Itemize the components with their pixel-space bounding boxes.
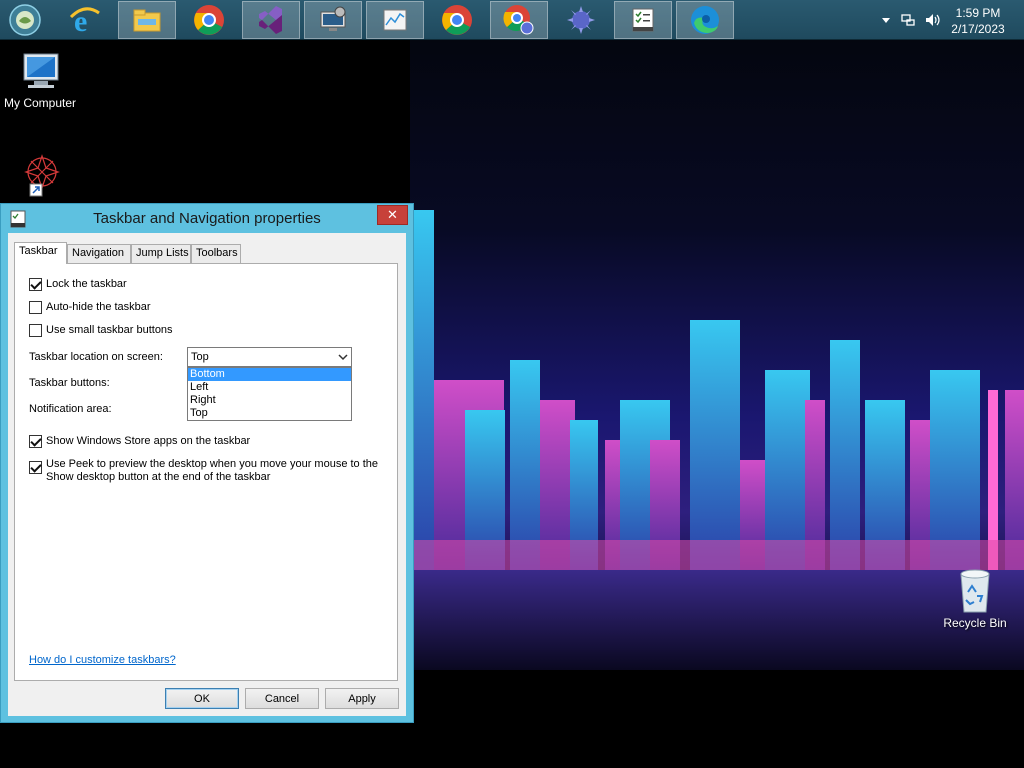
computer-icon xyxy=(23,53,59,88)
close-button[interactable]: ✕ xyxy=(377,205,408,225)
lock-taskbar-label: Lock the taskbar xyxy=(46,278,127,290)
mandala-shortcut-icon xyxy=(24,154,60,197)
location-option-bottom[interactable]: Bottom xyxy=(188,368,351,381)
recycle-bin-icon xyxy=(960,569,990,613)
performance-monitor-icon xyxy=(383,9,407,31)
location-label: Taskbar location on screen: xyxy=(29,351,163,363)
taskbar: e 1:59 PM 2/17/2023 xyxy=(0,0,1024,40)
notification-area-label: Notification area: xyxy=(29,403,112,415)
clock[interactable]: 1:59 PM 2/17/2023 xyxy=(948,5,1008,37)
desktop-icon-label: My Computer xyxy=(3,96,77,110)
dialog-client-area: Taskbar Navigation Jump Lists Toolbars L… xyxy=(8,233,406,716)
store-apps-label: Show Windows Store apps on the taskbar xyxy=(46,435,251,447)
taskbar-chrome-2-button[interactable] xyxy=(428,1,486,39)
store-apps-checkbox[interactable] xyxy=(29,435,42,448)
desktop-icon-shortcut[interactable] xyxy=(0,150,80,200)
taskbar-ie-button[interactable]: e xyxy=(56,1,114,39)
taskbar-chrome-profile-button[interactable] xyxy=(490,1,548,39)
show-hidden-icons-icon[interactable] xyxy=(878,12,894,28)
city-skyline-graphic xyxy=(410,210,1024,670)
taskbar-chrome-button[interactable] xyxy=(180,1,238,39)
start-button[interactable] xyxy=(6,2,44,38)
location-option-top[interactable]: Top xyxy=(188,407,351,420)
chevron-down-icon xyxy=(338,354,348,361)
help-link[interactable]: How do I customize taskbars? xyxy=(29,654,176,666)
taskbar-explorer-button[interactable] xyxy=(118,1,176,39)
visual-studio-icon xyxy=(259,6,282,34)
tab-jump-lists[interactable]: Jump Lists xyxy=(131,244,191,263)
spiked-ball-icon xyxy=(567,6,595,34)
close-icon: ✕ xyxy=(387,207,398,223)
clock-date: 2/17/2023 xyxy=(951,22,1005,36)
desktop-icon-my-computer[interactable]: My Computer xyxy=(0,50,80,110)
start-orb-icon xyxy=(9,4,41,36)
computer-settings-icon xyxy=(320,6,346,31)
chrome-profile-icon xyxy=(503,5,534,35)
chrome-icon xyxy=(442,5,472,35)
auto-hide-label: Auto-hide the taskbar xyxy=(46,301,151,313)
small-buttons-row[interactable]: Use small taskbar buttons xyxy=(29,324,173,337)
taskbar-game-button[interactable] xyxy=(552,1,610,39)
dialog-titlebar[interactable]: Taskbar and Navigation properties ✕ xyxy=(1,204,413,233)
volume-icon[interactable] xyxy=(924,12,940,28)
city-wallpaper xyxy=(410,40,1024,670)
peek-checkbox[interactable] xyxy=(29,461,42,474)
cancel-button[interactable]: Cancel xyxy=(245,688,319,709)
taskbar-buttons-label: Taskbar buttons: xyxy=(29,377,110,389)
chrome-icon xyxy=(194,5,224,35)
network-icon[interactable] xyxy=(900,12,916,28)
tab-navigation[interactable]: Navigation xyxy=(67,244,131,263)
internet-explorer-icon: e xyxy=(69,5,100,37)
edge-icon xyxy=(691,6,719,34)
location-option-left[interactable]: Left xyxy=(188,381,351,394)
taskbar-location-dropdown[interactable]: Top xyxy=(187,347,352,367)
lock-taskbar-checkbox[interactable] xyxy=(29,278,42,291)
auto-hide-checkbox[interactable] xyxy=(29,301,42,314)
system-tray: 1:59 PM 2/17/2023 xyxy=(864,0,1024,40)
dialog-title: Taskbar and Navigation properties xyxy=(93,210,321,227)
taskbar-performance-button[interactable] xyxy=(366,1,424,39)
taskbar-edge-button[interactable] xyxy=(676,1,734,39)
taskbar-system-settings-button[interactable] xyxy=(304,1,362,39)
taskbar-properties-dialog: Taskbar and Navigation properties ✕ Task… xyxy=(0,203,414,723)
apply-button[interactable]: Apply xyxy=(325,688,399,709)
ok-button[interactable]: OK xyxy=(165,688,239,709)
location-dropdown-list: Bottom Left Right Top xyxy=(187,367,352,421)
small-buttons-label: Use small taskbar buttons xyxy=(46,324,173,336)
desktop-icon-label: Recycle Bin xyxy=(943,616,1007,630)
small-buttons-checkbox[interactable] xyxy=(29,324,42,337)
peek-row[interactable]: Use Peek to preview the desktop when you… xyxy=(29,458,379,484)
peek-label: Use Peek to preview the desktop when you… xyxy=(46,458,379,483)
store-apps-row[interactable]: Show Windows Store apps on the taskbar xyxy=(29,435,250,448)
location-selected-value: Top xyxy=(191,351,209,363)
tab-taskbar[interactable]: Taskbar xyxy=(14,242,67,264)
lock-taskbar-row[interactable]: Lock the taskbar xyxy=(29,278,127,291)
taskbar-properties-icon xyxy=(632,8,654,32)
location-option-right[interactable]: Right xyxy=(188,394,351,407)
taskbar-tab-panel: Lock the taskbar Auto-hide the taskbar U… xyxy=(14,263,398,681)
taskbar-properties-button[interactable] xyxy=(614,1,672,39)
tab-toolbars[interactable]: Toolbars xyxy=(191,244,241,263)
desktop-icon-recycle-bin[interactable]: Recycle Bin xyxy=(935,566,1015,630)
clock-time: 1:59 PM xyxy=(955,6,1001,20)
folder-icon xyxy=(133,9,161,32)
taskbar-visual-studio-button[interactable] xyxy=(242,1,300,39)
auto-hide-row[interactable]: Auto-hide the taskbar xyxy=(29,301,151,314)
